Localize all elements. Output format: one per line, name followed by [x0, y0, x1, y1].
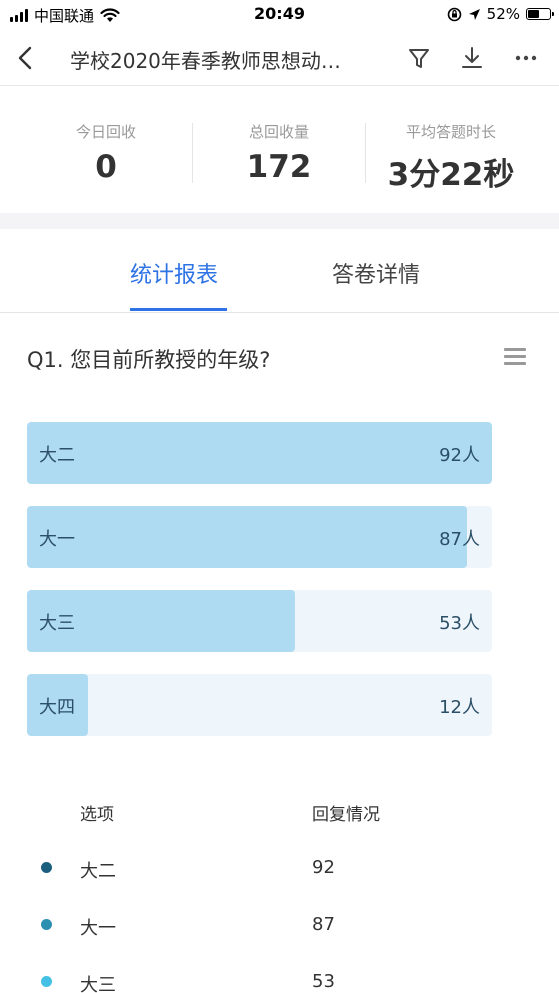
bar	[27, 422, 492, 484]
table-cell-response: 53	[312, 971, 335, 992]
bar-value-label: 12人	[439, 697, 480, 718]
table-header-option: 选项	[80, 805, 114, 825]
battery-level	[528, 10, 539, 18]
stat-label: 总回收量	[248, 123, 309, 141]
location-arrow-icon	[468, 8, 480, 20]
table-cell-option: 大三	[80, 975, 116, 993]
bar-track: 大二 92人	[27, 422, 492, 484]
table-cell-response: 87	[312, 914, 335, 935]
bar-label: 大三	[39, 613, 75, 634]
page-title: 学校2020年春季教师思想动…	[70, 49, 341, 73]
bar-value-label: 87人	[439, 529, 480, 550]
bar-label: 大二	[39, 445, 75, 466]
stat-value: 3分22秒	[387, 157, 515, 193]
stat-label: 平均答题时长	[405, 123, 496, 141]
tab-answer-details[interactable]: 答卷详情	[332, 257, 420, 289]
table-header-response: 回复情况	[312, 805, 380, 825]
battery-icon	[526, 8, 554, 20]
legend-dot	[41, 919, 52, 930]
section-separator	[0, 213, 559, 229]
bar	[27, 506, 467, 568]
tab-bar: 统计报表 答卷详情	[0, 229, 559, 313]
stat-value: 172	[246, 149, 312, 185]
table-cell-response: 92	[312, 857, 335, 878]
bar-track: 大三 53人	[27, 590, 492, 652]
status-bar: 中国联通 20:49 52%	[0, 0, 559, 30]
menu-icon[interactable]	[504, 348, 528, 368]
table-cell-option: 大一	[80, 918, 116, 939]
battery-percent: 52%	[486, 5, 520, 23]
table-cell-option: 大二	[80, 861, 116, 882]
tab-active-indicator	[130, 308, 227, 311]
bar-value-label: 92人	[439, 445, 480, 466]
legend-dot	[41, 976, 52, 987]
bar-label: 大四	[39, 697, 75, 718]
filter-icon[interactable]	[405, 44, 433, 72]
tab-statistics[interactable]: 统计报表	[130, 257, 218, 289]
stats-panel: 今日回收 0 总回收量 172 平均答题时长 3分22秒	[0, 87, 559, 213]
nav-bar: 学校2020年春季教师思想动…	[0, 30, 559, 86]
stat-value: 0	[95, 149, 117, 185]
download-icon[interactable]	[458, 44, 486, 72]
bar-value-label: 53人	[439, 613, 480, 634]
bar-track: 大一 87人	[27, 506, 492, 568]
status-right: 52%	[447, 5, 554, 23]
back-chevron-icon[interactable]	[14, 44, 38, 72]
bar-label: 大一	[39, 529, 75, 550]
legend-dot	[41, 862, 52, 873]
stat-label: 今日回收	[75, 123, 136, 141]
more-icon[interactable]	[512, 44, 540, 72]
orientation-lock-icon	[447, 7, 461, 21]
question-title: Q1. 您目前所教授的年级?	[27, 348, 271, 372]
bar-track: 大四 12人	[27, 674, 492, 736]
